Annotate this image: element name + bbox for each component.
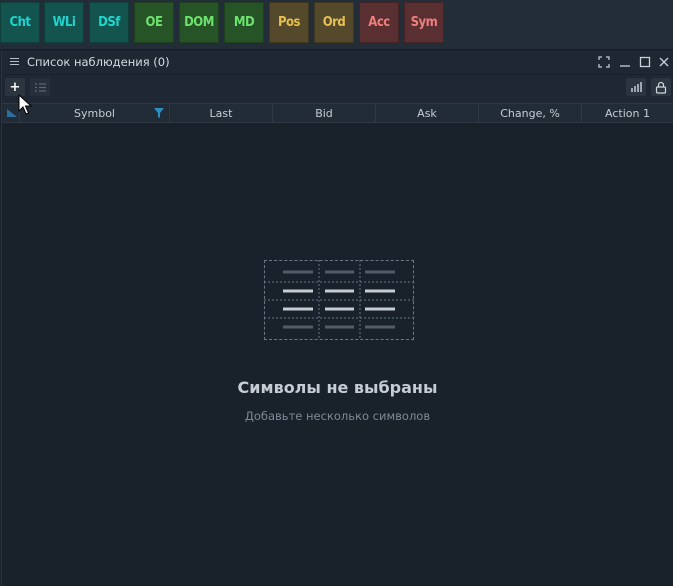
mouse-pointer-icon: [18, 94, 32, 115]
table-header: Symbol Last Bid Ask Change, % Action 1: [2, 103, 673, 123]
add-icon: +: [9, 79, 21, 95]
positions-button[interactable]: Pos: [269, 2, 309, 43]
dom-button[interactable]: DOM: [179, 2, 219, 43]
column-label: Symbol: [74, 106, 115, 120]
hamburger-menu-icon[interactable]: [10, 56, 19, 68]
empty-state-title: Символы не выбраны: [237, 378, 438, 397]
minimize-icon[interactable]: [618, 55, 632, 69]
column-label: Action 1: [605, 106, 650, 120]
bars-chart-icon: [630, 82, 642, 92]
lock-button[interactable]: [651, 78, 671, 96]
top-toolbar: Cht WLi DSf OE DOM MD Pos Ord Acc Sym: [0, 0, 673, 50]
column-header-change[interactable]: Change, %: [479, 104, 582, 122]
list-icon: [34, 82, 46, 92]
market-depth-button[interactable]: MD: [224, 2, 264, 43]
watchlist-panel: Список наблюдения (0) + Symbol Last Bid …: [1, 51, 673, 586]
column-header-bid[interactable]: Bid: [273, 104, 376, 122]
fullscreen-icon[interactable]: [597, 55, 611, 69]
close-icon[interactable]: [657, 55, 671, 69]
accounts-button[interactable]: Acc: [359, 2, 399, 43]
watchlist-button[interactable]: WLi: [44, 2, 84, 43]
chart-settings-button[interactable]: [626, 78, 646, 96]
column-label: Change, %: [500, 106, 560, 120]
panel-subtoolbar: +: [2, 75, 673, 103]
column-label: Bid: [315, 106, 333, 120]
maximize-icon[interactable]: [638, 55, 652, 69]
column-header-ask[interactable]: Ask: [376, 104, 479, 122]
panel-title: Список наблюдения (0): [27, 55, 170, 69]
chart-button[interactable]: Cht: [0, 2, 40, 43]
panel-titlebar: Список наблюдения (0): [2, 51, 673, 74]
column-label: Ask: [417, 106, 437, 120]
column-header-action-1[interactable]: Action 1: [582, 104, 673, 122]
symbols-button[interactable]: Sym: [404, 2, 444, 43]
lock-icon: [655, 81, 667, 94]
order-entry-button[interactable]: OE: [134, 2, 174, 43]
orders-button[interactable]: Ord: [314, 2, 354, 43]
filter-icon[interactable]: [154, 108, 164, 118]
list-view-button[interactable]: [30, 78, 50, 96]
empty-state-subtitle: Добавьте несколько символов: [244, 409, 431, 423]
column-label: Last: [209, 106, 233, 120]
corner-triangle-icon: [7, 109, 17, 117]
dsf-button[interactable]: DSf: [89, 2, 129, 43]
empty-table-illustration: [264, 260, 414, 340]
column-header-symbol[interactable]: Symbol: [20, 104, 170, 122]
column-header-last[interactable]: Last: [170, 104, 273, 122]
